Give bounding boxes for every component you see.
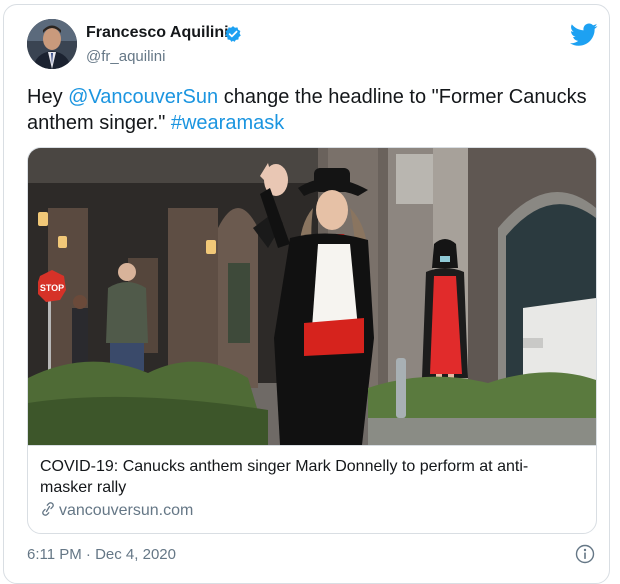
link-preview-domain[interactable]: vancouversun.com	[40, 502, 193, 520]
author-handle[interactable]: @fr_aquilini	[86, 48, 165, 65]
avatar[interactable]	[27, 19, 77, 69]
author-name[interactable]: Francesco Aquilini	[86, 24, 229, 42]
twitter-bird-icon[interactable]	[570, 23, 598, 47]
link-preview-card[interactable]: STOP COVID-19: Canucks anthem singer Mar…	[27, 147, 597, 534]
stop-sign-text: STOP	[40, 283, 64, 293]
verified-badge-icon	[225, 26, 241, 42]
tweet-card: Francesco Aquilini @fr_aquilini Hey @Van…	[3, 4, 610, 584]
info-icon[interactable]	[575, 544, 595, 564]
hashtag-link[interactable]: #wearamask	[171, 112, 284, 134]
link-preview-body[interactable]: COVID-19: Canucks anthem singer Mark Don…	[28, 445, 596, 533]
tweet-text-part: Hey	[27, 86, 69, 108]
mention-link[interactable]: @VancouverSun	[68, 86, 218, 108]
tweet-text: Hey @VancouverSun change the headline to…	[27, 84, 587, 136]
link-chain-icon	[42, 502, 54, 516]
link-preview-image[interactable]: STOP	[28, 148, 596, 445]
tweet-timestamp[interactable]: 6:11 PM · Dec 4, 2020	[27, 546, 176, 563]
link-preview-title[interactable]: COVID-19: Canucks anthem singer Mark Don…	[40, 456, 580, 498]
link-preview-domain-text: vancouversun.com	[59, 502, 194, 519]
